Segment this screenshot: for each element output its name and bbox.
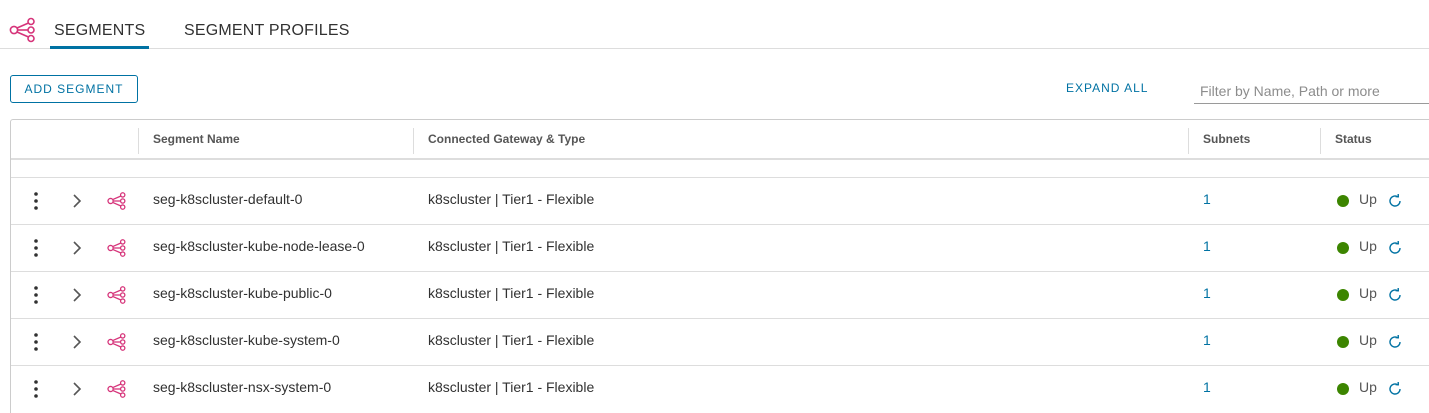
chevron-right-icon[interactable]: [71, 334, 83, 350]
subnets-link[interactable]: 1: [1203, 332, 1211, 348]
add-segment-button[interactable]: ADD SEGMENT: [10, 75, 138, 103]
column-separator: [1320, 128, 1321, 154]
chevron-right-icon[interactable]: [71, 193, 83, 209]
subnets-link[interactable]: 1: [1203, 285, 1211, 301]
segment-icon: [107, 286, 126, 304]
refresh-icon[interactable]: [1387, 240, 1403, 256]
connected-gateway: k8scluster | Tier1 - Flexible: [428, 379, 595, 395]
column-separator: [138, 128, 139, 154]
subnets-link[interactable]: 1: [1203, 238, 1211, 254]
kebab-menu-icon[interactable]: [31, 285, 41, 305]
grid-header: Segment Name Connected Gateway & Type Su…: [11, 120, 1429, 160]
segment-name: seg-k8scluster-kube-node-lease-0: [153, 238, 365, 254]
tab-segment-profiles[interactable]: SEGMENT PROFILES: [184, 22, 350, 40]
tabs-bar: SEGMENTS SEGMENT PROFILES: [0, 0, 1429, 49]
segment-icon: [107, 239, 126, 257]
connected-gateway: k8scluster | Tier1 - Flexible: [428, 285, 595, 301]
segment-name: seg-k8scluster-kube-system-0: [153, 332, 340, 348]
status-indicator: [1337, 242, 1349, 254]
column-header-status[interactable]: Status: [1335, 132, 1372, 146]
column-separator: [1188, 128, 1189, 154]
chevron-right-icon[interactable]: [71, 287, 83, 303]
status-indicator: [1337, 383, 1349, 395]
table-row: seg-k8scluster-default-0 k8scluster | Ti…: [11, 177, 1429, 224]
status-indicator: [1337, 195, 1349, 207]
refresh-icon[interactable]: [1387, 193, 1403, 209]
segment-name: seg-k8scluster-nsx-system-0: [153, 379, 332, 395]
segments-grid: Segment Name Connected Gateway & Type Su…: [10, 119, 1429, 413]
segments-page: SEGMENTS SEGMENT PROFILES ADD SEGMENT EX…: [0, 0, 1429, 413]
table-row: seg-k8scluster-nsx-system-0 k8scluster |…: [11, 365, 1429, 412]
expand-all-button[interactable]: EXPAND ALL: [1066, 81, 1148, 95]
kebab-menu-icon[interactable]: [31, 238, 41, 258]
connected-gateway: k8scluster | Tier1 - Flexible: [428, 332, 595, 348]
tab-segments[interactable]: SEGMENTS: [49, 22, 150, 49]
subnets-link[interactable]: 1: [1203, 379, 1211, 395]
status-text: Up: [1359, 285, 1377, 301]
status-text: Up: [1359, 238, 1377, 254]
table-row: seg-k8scluster-kube-node-lease-0 k8sclus…: [11, 224, 1429, 271]
kebab-menu-icon[interactable]: [31, 191, 41, 211]
kebab-menu-icon[interactable]: [31, 332, 41, 352]
segment-name: seg-k8scluster-kube-public-0: [153, 285, 332, 301]
status-indicator: [1337, 289, 1349, 301]
connected-gateway: k8scluster | Tier1 - Flexible: [428, 238, 595, 254]
status-text: Up: [1359, 191, 1377, 207]
grid-body: seg-k8scluster-default-0 k8scluster | Ti…: [11, 177, 1429, 412]
filter-input[interactable]: [1194, 78, 1429, 104]
segment-name: seg-k8scluster-default-0: [153, 191, 303, 207]
status-indicator: [1337, 336, 1349, 348]
kebab-menu-icon[interactable]: [31, 379, 41, 399]
status-text: Up: [1359, 379, 1377, 395]
refresh-icon[interactable]: [1387, 381, 1403, 397]
connected-gateway: k8scluster | Tier1 - Flexible: [428, 191, 595, 207]
segment-icon: [107, 380, 126, 398]
refresh-icon[interactable]: [1387, 287, 1403, 303]
column-header-gateway[interactable]: Connected Gateway & Type: [428, 132, 585, 146]
column-header-segment-name[interactable]: Segment Name: [153, 132, 240, 146]
refresh-icon[interactable]: [1387, 334, 1403, 350]
chevron-right-icon[interactable]: [71, 240, 83, 256]
table-row: seg-k8scluster-kube-public-0 k8scluster …: [11, 271, 1429, 318]
segments-icon: [9, 17, 35, 43]
chevron-right-icon[interactable]: [71, 381, 83, 397]
status-text: Up: [1359, 332, 1377, 348]
table-row: seg-k8scluster-kube-system-0 k8scluster …: [11, 318, 1429, 365]
column-header-subnets[interactable]: Subnets: [1203, 132, 1250, 146]
subnets-link[interactable]: 1: [1203, 191, 1211, 207]
column-separator: [413, 128, 414, 154]
segment-icon: [107, 333, 126, 351]
segment-icon: [107, 192, 126, 210]
